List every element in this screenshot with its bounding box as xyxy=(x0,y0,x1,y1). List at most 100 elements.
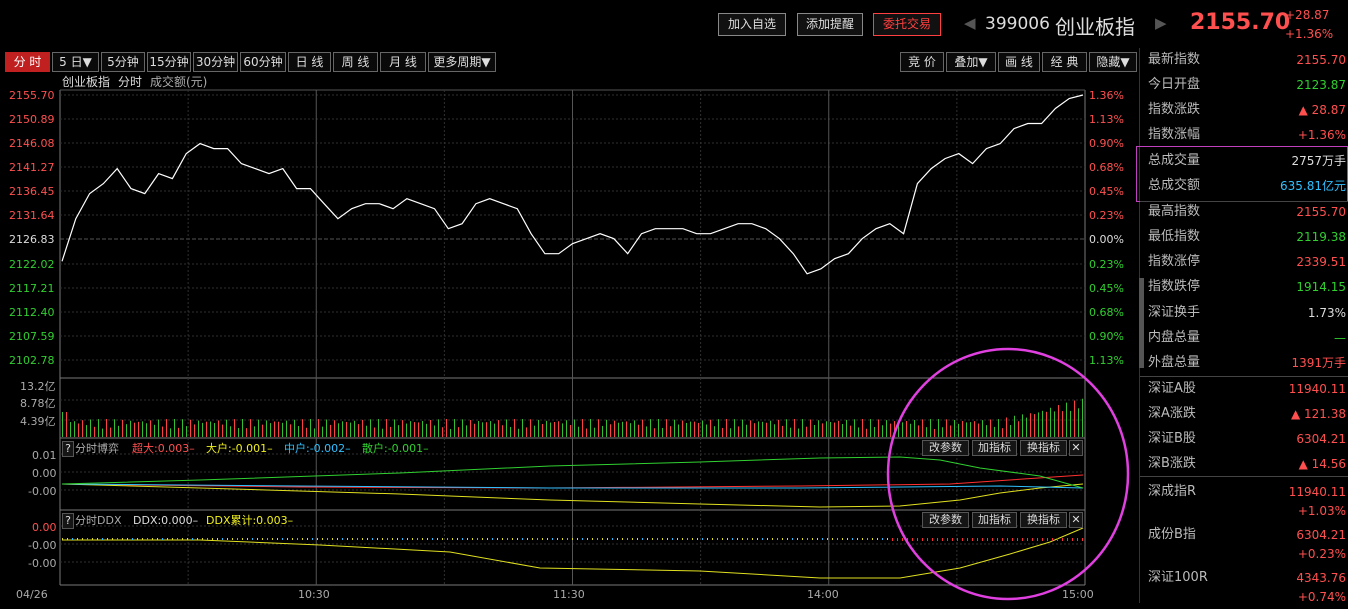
volume-bar xyxy=(146,423,147,437)
ddx-bar xyxy=(617,538,618,540)
volume-bar xyxy=(198,420,199,437)
quote-value: 2155.70 xyxy=(1296,205,1346,219)
ddx-bar xyxy=(247,538,248,540)
volume-bar xyxy=(626,421,627,437)
volume-bar xyxy=(66,412,67,437)
ddx-bar xyxy=(77,538,78,540)
ddx-bar xyxy=(362,538,363,540)
volume-bar xyxy=(770,420,771,437)
price-tick: 2136.45 xyxy=(9,185,55,198)
volume-bar xyxy=(322,426,323,437)
volume-bar xyxy=(866,428,867,437)
volume-bar xyxy=(958,423,959,437)
ddx-bar xyxy=(172,538,173,540)
pct-tick: 0.23% xyxy=(1089,258,1124,271)
ddx-bar xyxy=(602,538,603,540)
help-icon-2[interactable]: ? xyxy=(62,513,74,529)
quote-value: 2155.70 xyxy=(1296,53,1346,67)
ind1-params-button[interactable]: 改参数 xyxy=(922,440,969,456)
ind1-switch-button[interactable]: 换指标 xyxy=(1020,440,1067,456)
volume-bar xyxy=(378,419,379,437)
ddx-bar xyxy=(707,538,708,540)
ddx-bar xyxy=(257,538,258,540)
volume-bar xyxy=(934,428,935,437)
ddx-bar xyxy=(447,538,448,540)
volume-bar xyxy=(274,421,275,437)
quote-row: 最低指数 2119.38 xyxy=(1148,225,1346,249)
ddx-bar xyxy=(1017,538,1018,541)
ddx-bar xyxy=(192,538,193,540)
volume-bar xyxy=(158,419,159,437)
volume-bar xyxy=(266,420,267,437)
ddx-bar xyxy=(782,538,783,540)
volume-bar xyxy=(542,424,543,437)
ddx-bar xyxy=(777,538,778,540)
volume-bar xyxy=(702,420,703,437)
ddx-bar xyxy=(667,538,668,540)
ddx-bar xyxy=(882,538,883,540)
volume-bar xyxy=(326,419,327,437)
ddx-bar xyxy=(957,538,958,541)
ddx-bar xyxy=(1047,538,1048,541)
volume-bar xyxy=(870,419,871,437)
ddx-bar xyxy=(157,538,158,540)
ddx-bar xyxy=(317,538,318,540)
volume-bar xyxy=(178,427,179,437)
ddx-bar xyxy=(972,538,973,541)
volume-bar xyxy=(794,419,795,437)
ddx-bar xyxy=(292,538,293,540)
ind1-add-button[interactable]: 加指标 xyxy=(972,440,1017,456)
volume-bar xyxy=(862,419,863,437)
ddx-bar xyxy=(522,538,523,540)
ddx-bar xyxy=(597,538,598,540)
volume-bar xyxy=(390,426,391,437)
ddx-bar xyxy=(437,538,438,540)
volume-bar xyxy=(1018,421,1019,437)
pct-tick: 1.36% xyxy=(1089,89,1124,102)
volume-bar xyxy=(74,421,75,437)
volume-bar xyxy=(962,420,963,437)
volume-bar xyxy=(454,419,455,437)
ddx-bar xyxy=(62,538,63,540)
ind2-switch-button[interactable]: 换指标 xyxy=(1020,512,1067,528)
volume-bar xyxy=(786,419,787,437)
ddx-bar xyxy=(892,538,893,541)
ddx-bar xyxy=(802,538,803,540)
volume-bar xyxy=(854,419,855,437)
volume-bar xyxy=(750,420,751,437)
quote-label: 深证换手 xyxy=(1148,305,1201,320)
quote-row: 内盘总量 — xyxy=(1148,326,1346,350)
price-tick: 2146.08 xyxy=(9,137,55,150)
ddx-bar xyxy=(862,538,863,540)
volume-bar xyxy=(954,419,955,437)
volume-bar xyxy=(822,423,823,437)
volume-bar xyxy=(254,426,255,437)
ddx-bar xyxy=(967,538,968,541)
volume-bar xyxy=(122,419,123,437)
volume-bar xyxy=(766,422,767,437)
quote-label: 今日开盘 xyxy=(1148,77,1201,92)
volume-bar xyxy=(1066,402,1067,437)
price-tick: 2150.89 xyxy=(9,113,55,126)
volume-bar xyxy=(654,428,655,437)
ind1-axis-1: 0.01 xyxy=(32,449,57,462)
next-stock-icon[interactable]: ▶ xyxy=(1155,14,1167,32)
ddx-bar xyxy=(442,538,443,540)
ddx-bar xyxy=(357,538,358,540)
volume-bar xyxy=(1042,410,1043,437)
volume-bar xyxy=(890,423,891,437)
ind2-params-button[interactable]: 改参数 xyxy=(922,512,969,528)
volume-bar xyxy=(342,421,343,437)
price-tick: 2141.27 xyxy=(9,161,55,174)
volume-bar xyxy=(1074,400,1075,437)
quote-row: 深证换手 1.73% xyxy=(1148,301,1346,325)
panel-scrollbar[interactable] xyxy=(1139,278,1144,368)
help-icon[interactable]: ? xyxy=(62,441,74,457)
quote-panel: 最新指数 2155.70 今日开盘 2123.87 指数涨跌 ▲ 28.87 指数涨幅 +1.… xyxy=(1136,48,1348,604)
ind2-add-button[interactable]: 加指标 xyxy=(972,512,1017,528)
volume-bar xyxy=(394,419,395,437)
volume-bar xyxy=(578,426,579,437)
ind2-close-icon[interactable]: ✕ xyxy=(1069,512,1083,528)
ddx-bar xyxy=(942,538,943,541)
ind1-close-icon[interactable]: ✕ xyxy=(1069,440,1083,456)
